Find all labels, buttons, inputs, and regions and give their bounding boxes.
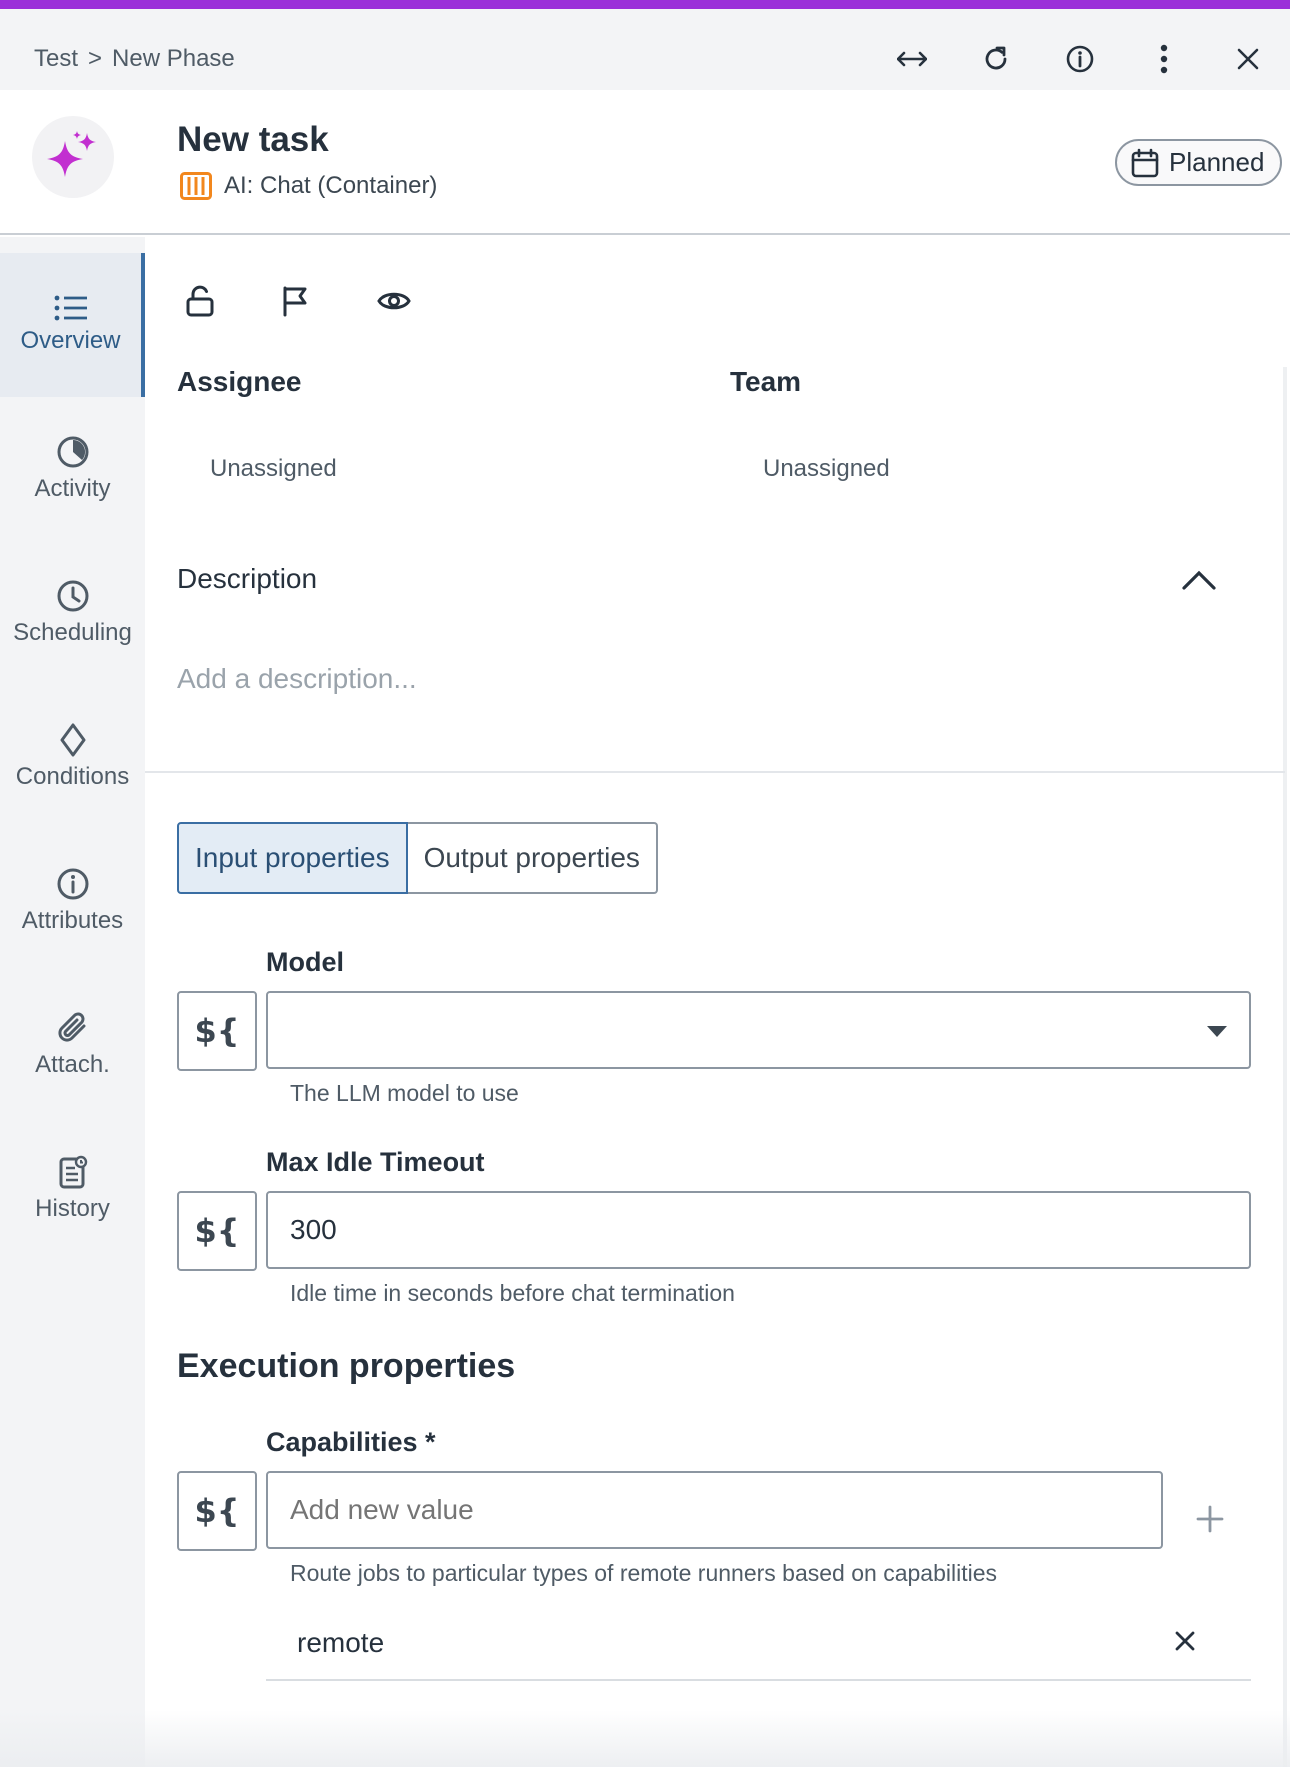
more-vertical-icon[interactable] [1122,35,1206,83]
timeout-expression-toggle[interactable]: ${ [177,1191,257,1271]
description-input[interactable]: Add a description... [177,663,417,695]
timeout-input[interactable]: 300 [266,1191,1251,1269]
main-panel: Assignee Unassigned Team Unassigned Desc… [145,237,1290,1767]
task-title[interactable]: New task [177,120,329,160]
sparkle-icon [47,131,96,177]
tab-input-properties[interactable]: Input properties [177,822,408,894]
unlock-icon [186,285,214,317]
sidebar-item-attributes[interactable]: Attributes [0,829,145,973]
diamond-icon [60,723,85,757]
chevron-up-icon [1182,570,1216,590]
tab-output-properties[interactable]: Output properties [407,822,658,894]
sidebar-item-conditions[interactable]: Conditions [0,685,145,829]
model-expression-toggle[interactable]: ${ [177,991,257,1071]
capability-item: remote [266,1605,1251,1681]
add-capability-button[interactable] [1190,1499,1230,1539]
status-label: Planned [1169,147,1265,177]
flag-icon [283,286,307,317]
breadcrumb-separator: > [88,45,103,72]
task-type-label: AI: Chat (Container) [224,172,438,199]
sidebar-item-history[interactable]: History [0,1117,145,1261]
sidebar: Overview Activity Scheduling Conditions … [0,237,145,1767]
team-label: Team [730,366,802,397]
refresh-icon[interactable] [954,35,1038,83]
capabilities-expression-toggle[interactable]: ${ [177,1471,257,1551]
task-avatar [32,116,114,198]
sidebar-item-label: Overview [20,327,121,354]
collapse-description-button[interactable] [1182,570,1216,595]
chevron-down-icon [1207,1026,1227,1037]
close-icon [1175,1631,1195,1651]
list-icon [54,295,87,321]
section-divider [145,771,1285,773]
info-icon[interactable] [1038,35,1122,83]
sidebar-item-attach[interactable]: Attach. [0,973,145,1117]
task-header: New task AI: Chat (Container) Planned [0,90,1290,235]
description-label: Description [177,563,318,594]
breadcrumb: Test > New Phase [34,45,235,73]
scrollbar[interactable] [1283,367,1287,1767]
breadcrumb-current: New Phase [112,45,235,72]
sidebar-item-label: Activity [34,475,111,502]
expand-horizontal-icon[interactable] [870,35,954,83]
lock-toggle-button[interactable] [185,273,281,329]
remove-capability-button[interactable] [1169,1625,1201,1657]
info-icon [57,868,88,900]
capabilities-input[interactable] [266,1471,1163,1549]
timeout-label: Max Idle Timeout [266,1147,485,1177]
model-select[interactable] [266,991,1251,1069]
timeout-value: 300 [290,1214,337,1245]
assignee-value[interactable]: Unassigned [210,455,337,483]
window-controls [870,35,1290,83]
properties-tabs: Input properties Output properties [177,822,658,894]
watch-button[interactable] [377,273,473,329]
container-icon [180,172,212,200]
calendar-icon [1131,148,1159,177]
paperclip-icon [57,1012,85,1042]
plus-icon [1196,1505,1224,1533]
history-icon [59,1155,87,1189]
execution-properties-title: Execution properties [177,1347,516,1385]
eye-icon [377,292,411,310]
close-icon[interactable] [1206,35,1290,83]
flag-button[interactable] [281,273,377,329]
capability-value: remote [297,1627,385,1658]
model-label: Model [266,947,344,977]
team-value[interactable]: Unassigned [763,455,890,483]
capabilities-label: Capabilities * [266,1427,436,1457]
sidebar-item-scheduling[interactable]: Scheduling [0,541,145,685]
model-help: The LLM model to use [290,1080,519,1106]
sidebar-item-activity[interactable]: Activity [0,397,145,541]
task-type: AI: Chat (Container) [180,172,437,200]
capabilities-help: Route jobs to particular types of remote… [290,1560,998,1586]
status-badge[interactable]: Planned [1115,139,1283,186]
sidebar-item-overview[interactable]: Overview [0,253,145,397]
sidebar-item-label: Attributes [21,907,124,934]
sidebar-item-label: Conditions [15,763,130,790]
activity-icon [57,436,88,468]
sidebar-item-label: Attach. [35,1051,110,1078]
top-bar: Test > New Phase [0,0,1290,90]
task-toolbar [185,273,473,329]
sidebar-item-label: History [35,1195,110,1222]
clock-icon [57,580,88,612]
sidebar-item-label: Scheduling [13,619,132,646]
bottom-fade [0,1710,1290,1767]
timeout-help: Idle time in seconds before chat termina… [290,1280,735,1306]
assignee-label: Assignee [177,366,302,397]
breadcrumb-root[interactable]: Test [34,45,78,73]
